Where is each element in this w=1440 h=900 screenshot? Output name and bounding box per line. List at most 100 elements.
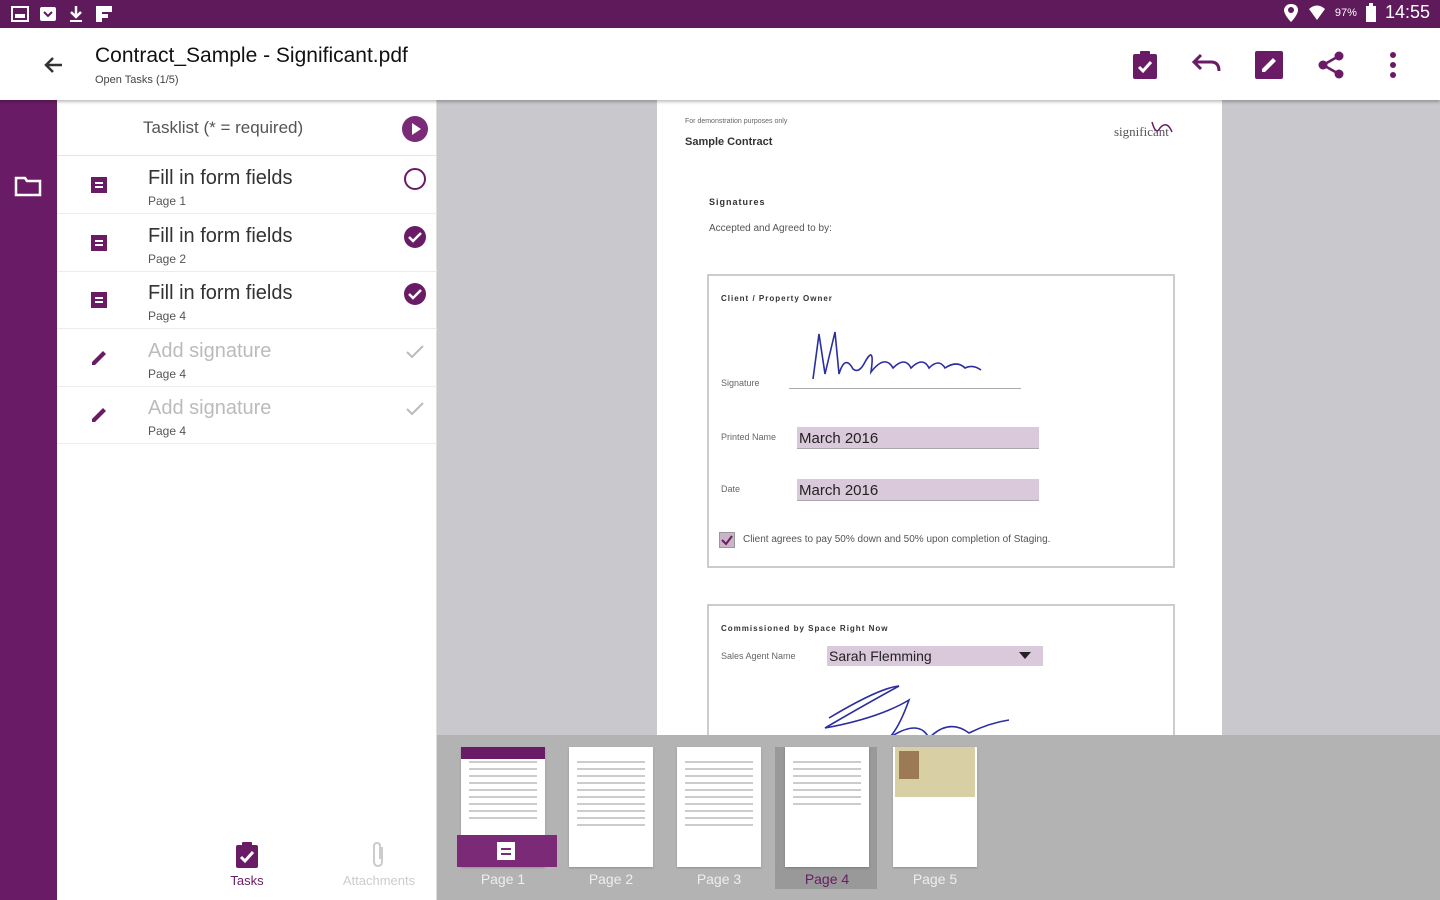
task-name: Add signature	[148, 397, 272, 419]
task-name: Add signature	[148, 340, 272, 362]
commission-box: Commissioned by Space Right Now Sales Ag…	[707, 604, 1175, 735]
date-label: Date	[721, 484, 741, 494]
document-title: Contract_Sample - Significant.pdf	[95, 44, 408, 67]
thumbnail-page-4[interactable]: Page 4	[775, 747, 877, 889]
share-icon	[1318, 51, 1344, 79]
status-bar: 97% 14:55	[0, 0, 1440, 28]
contract-title: Sample Contract	[685, 136, 773, 148]
payment-checkbox[interactable]	[719, 532, 735, 548]
thumbnail-image	[677, 747, 761, 867]
check-circle-icon	[404, 283, 426, 305]
commission-box-title: Commissioned by Space Right Now	[721, 624, 889, 633]
paperclip-icon	[373, 841, 383, 868]
pen-icon	[92, 408, 106, 422]
task-name: Fill in form fields	[148, 282, 293, 304]
thumbnail-label: Page 2	[588, 871, 634, 887]
form-icon	[91, 292, 107, 308]
document-viewer[interactable]: For demonstration purposes only Sample C…	[437, 100, 1440, 735]
start-tasks-button[interactable]	[402, 116, 428, 142]
thumbnail-image	[893, 747, 977, 867]
client-signature-box: Client / Property Owner Signature Printe…	[707, 274, 1175, 568]
back-button[interactable]	[38, 50, 68, 80]
check-circle-icon	[404, 226, 426, 248]
folder-button[interactable]	[14, 174, 42, 198]
edit-button[interactable]	[1252, 48, 1286, 82]
edit-box-icon	[1255, 51, 1283, 79]
thumbnail-page-1[interactable]: Page 1	[457, 747, 559, 889]
tab-attachments-label: Attachments	[342, 873, 416, 888]
notification-icons	[10, 4, 114, 24]
task-panel: Tasklist (* = required) Fill in form fie…	[57, 100, 437, 900]
tab-tasks[interactable]: Tasks	[172, 841, 322, 888]
tab-attachments[interactable]: Attachments	[321, 841, 437, 888]
signatures-heading: Signatures	[709, 197, 766, 207]
undo-icon	[1191, 53, 1221, 72]
open-circle-icon	[404, 168, 426, 190]
client-signature[interactable]	[805, 324, 985, 389]
id-photo	[899, 751, 919, 779]
accepted-text: Accepted and Agreed to by:	[709, 223, 832, 234]
location-icon	[1283, 3, 1298, 22]
task-item[interactable]: Fill in form fields Page 2	[57, 215, 437, 272]
page-thumbnails: Page 1 Page 2 Page 3 Page 4 Page 5	[437, 735, 1440, 900]
clipboard-check-icon	[236, 842, 258, 868]
dropdown-arrow-icon	[1019, 652, 1031, 659]
agent-signature	[824, 685, 1010, 735]
task-item[interactable]: Fill in form fields Page 4	[57, 272, 437, 329]
task-page: Page 4	[148, 309, 187, 323]
id-card-image	[895, 747, 975, 797]
checkmark-icon	[721, 535, 733, 546]
pen-icon	[92, 351, 106, 365]
form-icon	[91, 177, 107, 193]
signature-line	[789, 388, 1021, 389]
document-page: For demonstration purposes only Sample C…	[657, 100, 1222, 735]
task-page: Page 1	[148, 194, 187, 208]
thumbnail-header	[461, 747, 545, 759]
thumbnail-lines	[793, 761, 861, 810]
wifi-icon	[1308, 5, 1325, 20]
check-icon	[406, 402, 424, 416]
more-button[interactable]	[1376, 48, 1410, 82]
task-item[interactable]: Fill in form fields Page 1	[57, 157, 437, 214]
app-bar: Contract_Sample - Significant.pdf Open T…	[0, 28, 1440, 100]
significant-logo: significant	[1114, 121, 1173, 139]
undo-button[interactable]	[1190, 48, 1224, 82]
arrow-left-icon	[44, 57, 62, 73]
check-icon	[406, 345, 424, 359]
client-box-title: Client / Property Owner	[721, 294, 833, 303]
clock: 14:55	[1384, 2, 1430, 22]
task-name: Fill in form fields	[148, 225, 293, 247]
thumbnail-lines	[685, 761, 753, 831]
thumbnail-page-3[interactable]: Page 3	[673, 747, 775, 889]
sales-agent-label: Sales Agent Name	[721, 651, 796, 661]
battery-percent: 97%	[1334, 6, 1357, 19]
thumbnail-label: Page 5	[912, 871, 958, 887]
sales-agent-select[interactable]: Sarah Flemming	[827, 646, 1043, 666]
battery-icon	[1365, 2, 1376, 22]
clipboard-check-icon	[1133, 51, 1157, 79]
folder-icon	[14, 176, 42, 197]
printed-name-field[interactable]: March 2016	[797, 427, 1039, 449]
task-item[interactable]: Add signature Page 4	[57, 387, 437, 444]
form-icon	[497, 842, 515, 860]
thumbnail-label: Page 1	[480, 871, 526, 887]
thumbnail-lines	[577, 761, 645, 831]
task-item[interactable]: Add signature Page 4	[57, 330, 437, 387]
thumbnail-page-2[interactable]: Page 2	[565, 747, 667, 889]
thumbnail-page-5[interactable]: Page 5	[889, 747, 991, 889]
thumbnail-lines	[469, 761, 537, 824]
system-icons: 97% 14:55	[1283, 2, 1430, 23]
download-icon	[66, 4, 86, 24]
task-name: Fill in form fields	[148, 167, 293, 189]
tasklist-header: Tasklist (* = required)	[57, 100, 437, 156]
printed-name-label: Printed Name	[721, 432, 777, 442]
tasks-button[interactable]	[1128, 48, 1162, 82]
more-vert-icon	[1390, 52, 1396, 78]
thumbnail-label: Page 4	[804, 871, 850, 887]
current-task-band	[457, 835, 557, 867]
sales-agent-value: Sarah Flemming	[829, 648, 932, 664]
date-field[interactable]: March 2016	[797, 479, 1039, 501]
share-button[interactable]	[1314, 48, 1348, 82]
signature-label: Signature	[721, 378, 760, 388]
toolbar-actions	[1128, 48, 1410, 82]
